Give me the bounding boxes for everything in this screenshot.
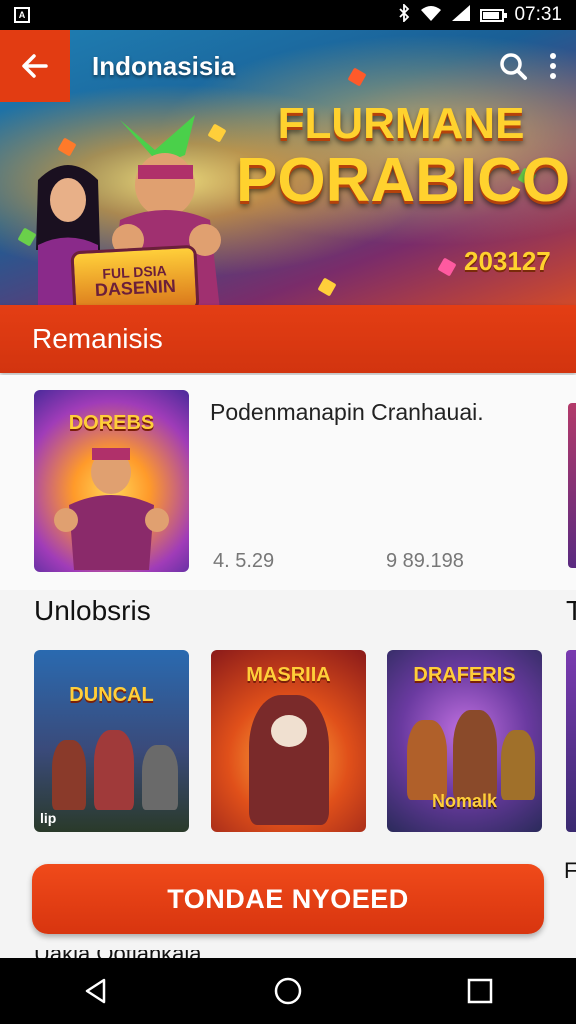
featured-rating: 4. 5.29 [213, 550, 275, 572]
cta-peek-text: F [564, 858, 576, 883]
banner-title-line1: FLURMANE [277, 99, 525, 148]
tile-character-face [271, 715, 307, 747]
next-featured-card-peek[interactable] [568, 403, 576, 568]
banner-title: FLURMANE PORABICO [236, 99, 571, 215]
featured-character-illustration [54, 448, 169, 570]
game-tile-label: DUNCAL [69, 684, 154, 706]
game-tile-label: DRAFERIS [413, 664, 516, 686]
back-button[interactable] [0, 30, 70, 102]
section-header: Remanisis [0, 305, 576, 373]
next-game-tile-peek[interactable] [566, 650, 576, 832]
game-tile-corner-label: lip [40, 810, 57, 826]
section3-title-peek: T [566, 595, 576, 626]
banner-year: 203127 [464, 246, 551, 276]
nav-recents-button[interactable] [450, 961, 510, 1021]
more-vertical-icon [550, 53, 556, 79]
nav-recents-icon [467, 978, 493, 1004]
app-notification-glyph: A [18, 10, 26, 20]
cta-label: TONDAE NYOEED [167, 883, 409, 914]
section-header-label: Remanisis [32, 323, 163, 354]
status-left: A [14, 7, 30, 23]
game-logo-line2: DASENIN [94, 275, 177, 301]
bluetooth-icon [398, 2, 410, 27]
wifi-icon [420, 5, 442, 26]
hero-banner[interactable]: FUL DSIA DASENIN FLURMANE PORABICO 20312… [0, 30, 576, 305]
featured-thumb-label: DOREBS [68, 412, 155, 434]
game-tile[interactable]: DRAFERIS Nomalk [387, 650, 542, 832]
nav-home-button[interactable] [258, 961, 318, 1021]
primary-cta-button[interactable]: TONDAE NYOEED [32, 864, 544, 934]
featured-game-title[interactable]: Podenmanapin Cranhauai. [210, 399, 484, 426]
game-tile[interactable]: MASRIIA [211, 650, 366, 832]
nav-home-icon [274, 977, 302, 1005]
game-tile[interactable]: DUNCAL lip [34, 650, 189, 832]
status-right: 07:31 [398, 2, 562, 27]
tile-character [142, 745, 178, 810]
battery-icon [480, 8, 508, 22]
tile-character [453, 710, 497, 800]
game-tile-sublabel: Nomalk [431, 791, 498, 811]
toolbar: Indonasisia [0, 30, 576, 102]
nav-back-icon [85, 978, 106, 1004]
page-title: Indonasisia [92, 50, 236, 81]
search-button[interactable] [498, 51, 528, 81]
clock: 07:31 [514, 4, 562, 25]
confetti [317, 277, 337, 297]
signal-icon [452, 4, 471, 26]
featured-game-thumbnail[interactable]: DOREBS [34, 390, 189, 572]
cutoff-section-title: Uakla Ootlankaia [34, 950, 202, 958]
more-options-button[interactable] [548, 51, 558, 81]
nav-back-button[interactable] [66, 961, 126, 1021]
featured-downloads: 9 89.198 [386, 550, 464, 572]
tile-character [52, 740, 86, 810]
tile-character [407, 720, 447, 800]
confetti [57, 137, 77, 157]
tile-character [501, 730, 535, 800]
game-logo: FUL DSIA DASENIN [70, 244, 200, 305]
banner-title-line2: PORABICO [236, 146, 571, 215]
toolbar-actions [498, 51, 576, 81]
back-arrow-icon [22, 54, 48, 78]
game-tile-label: MASRIIA [246, 664, 331, 686]
section2-title: Unlobsris [34, 595, 151, 626]
app-notification-icon: A [14, 7, 30, 23]
featured-game-card[interactable]: DOREBS Podenmanapin Cranhauai. 4. 5.29 9… [0, 375, 576, 590]
confetti [437, 257, 457, 277]
status-bar: A 07:31 [0, 0, 576, 30]
tile-character [94, 730, 134, 810]
navigation-bar [0, 958, 576, 1024]
search-icon [500, 53, 527, 80]
